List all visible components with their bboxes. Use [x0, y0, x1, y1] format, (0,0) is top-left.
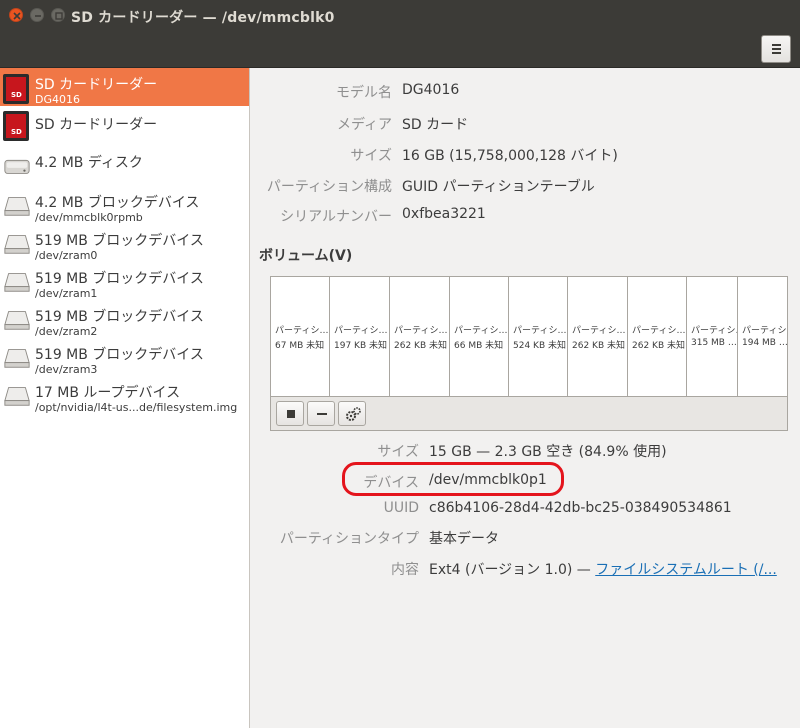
partition-segment-size: 524 KB 未知: [513, 341, 566, 351]
partitioning-value: GUID パーティションテーブル: [402, 179, 595, 195]
delete-partition-button[interactable]: [307, 401, 335, 426]
sidebar-item-title: 519 MB ブロックデバイス: [35, 347, 204, 363]
sidebar-item-subtitle: /opt/nvidia/l4t-us...de/filesystem.img: [35, 401, 238, 413]
uuid-label: UUID: [383, 500, 419, 516]
partition-segment[interactable]: パーティシ… 262 KB 未知: [390, 277, 450, 396]
partition-segment[interactable]: パーティシ… 67 MB 未知: [271, 277, 330, 396]
partition-segment-size: 67 MB 未知: [275, 341, 325, 351]
partition-size-value: 15 GB — 2.3 GB 空き (84.9% 使用): [429, 444, 667, 460]
sidebar-item-title: 519 MB ブロックデバイス: [35, 271, 204, 287]
contents-label: 内容: [391, 562, 419, 578]
sidebar-item-title: SD カードリーダー: [35, 117, 158, 133]
partition-segment-name: パーティシ…: [513, 326, 567, 336]
partition-segment-name: パーティシ…: [394, 326, 448, 336]
sd-card-icon: SD: [3, 74, 29, 104]
partition-segment-name: パーティシ…: [454, 326, 508, 336]
media-value: SD カード: [402, 117, 469, 133]
contents-value: Ext4 (バージョン 1.0) — ファイルシステムルート (/...: [429, 559, 777, 579]
sidebar-item-zram2[interactable]: 519 MB ブロックデバイス /dev/zram2: [0, 299, 249, 337]
serial-label: シリアルナンバー: [280, 209, 392, 225]
serial-value: 0xfbea3221: [402, 206, 486, 222]
sidebar-item-disk[interactable]: 4.2 MB ディスク: [0, 146, 249, 184]
sidebar-item-subtitle: /dev/zram2: [35, 325, 98, 337]
partition-options-button[interactable]: [338, 401, 366, 426]
filesystem-root-link[interactable]: ファイルシステムルート (/...: [595, 562, 777, 578]
sidebar-item-title: 4.2 MB ディスク: [35, 155, 143, 171]
partition-segment[interactable]: パーティシ… 262 KB 未知: [628, 277, 687, 396]
sidebar-item-subtitle: /dev/zram1: [35, 287, 98, 299]
volumes-heading: ボリューム(V): [259, 248, 353, 264]
sidebar-item-sd-card-reader-dg4016[interactable]: SD SD カードリーダー DG4016: [0, 68, 249, 106]
sidebar-item-sd-card-reader[interactable]: SD SD カードリーダー: [0, 106, 249, 144]
block-device-icon: [4, 349, 30, 368]
volume-map: パーティシ… 67 MB 未知 パーティシ… 197 KB 未知 パーティシ… …: [270, 276, 788, 397]
contents-text: Ext4 (バージョン 1.0) —: [429, 562, 596, 578]
device-highlight-ring: [342, 462, 564, 496]
minimize-icon[interactable]: [30, 8, 44, 22]
partition-segment[interactable]: パーティシ… 197 KB 未知: [330, 277, 390, 396]
sidebar-item-subtitle: /dev/mmcblk0rpmb: [35, 211, 143, 223]
partition-segment-size: 262 KB 未知: [394, 341, 447, 351]
partition-segment[interactable]: パーティシ… 524 KB 未知: [509, 277, 568, 396]
sidebar-item-title: 4.2 MB ブロックデバイス: [35, 195, 200, 211]
sidebar-item-loop-device[interactable]: 17 MB ループデバイス /opt/nvidia/l4t-us...de/fi…: [0, 375, 249, 413]
maximize-icon[interactable]: [51, 8, 65, 22]
sidebar-item-title: 519 MB ブロックデバイス: [35, 233, 204, 249]
model-label: モデル名: [336, 85, 392, 101]
sidebar-item-subtitle: /dev/zram0: [35, 249, 98, 261]
partition-segment-name: パーティシ…: [334, 326, 388, 336]
device-sidebar: SD SD カードリーダー DG4016 SD SD カードリーダー 4.2 M…: [0, 68, 250, 728]
sidebar-item-zram3[interactable]: 519 MB ブロックデバイス /dev/zram3: [0, 337, 249, 375]
block-device-icon: [4, 235, 30, 254]
partition-segment-name: パーティシ…: [632, 326, 686, 336]
partition-type-value: 基本データ: [429, 531, 499, 547]
sidebar-item-title: SD カードリーダー: [35, 77, 158, 93]
sidebar-item-zram0[interactable]: 519 MB ブロックデバイス /dev/zram0: [0, 223, 249, 261]
block-device-icon: [4, 387, 30, 406]
minus-icon: [317, 413, 327, 415]
partition-segment[interactable]: パーティシ… 262 KB 未知: [568, 277, 628, 396]
sd-card-icon: SD: [3, 111, 29, 141]
block-device-icon: [4, 311, 30, 330]
media-label: メディア: [336, 117, 392, 133]
partition-segment-name: パーティシ…: [572, 326, 626, 336]
title-bar: SD カードリーダー — /dev/mmcblk0: [0, 0, 800, 30]
block-device-icon: [4, 197, 30, 216]
hamburger-menu-button[interactable]: [761, 35, 791, 63]
partition-segment[interactable]: パーティシ… 194 MB …: [738, 277, 788, 396]
stop-icon: [287, 410, 295, 418]
partition-segment-name: パーティシ…: [275, 326, 329, 336]
gears-icon: [346, 407, 361, 421]
partition-segment-size: 315 MB …: [691, 338, 737, 348]
sidebar-item-subtitle: DG4016: [35, 93, 80, 106]
close-icon[interactable]: [9, 8, 23, 22]
window-title: SD カードリーダー — /dev/mmcblk0: [71, 10, 335, 26]
header-bar: [0, 30, 800, 68]
sidebar-item-zram1[interactable]: 519 MB ブロックデバイス /dev/zram1: [0, 261, 249, 299]
partition-segment-name: パーティシ…: [691, 326, 737, 336]
partition-segment[interactable]: パーティシ… 315 MB …: [687, 277, 738, 396]
disk-icon: [4, 159, 30, 174]
drive-size-value: 16 GB (15,758,000,128 バイト): [402, 148, 618, 164]
partition-type-label: パーティションタイプ: [279, 531, 419, 547]
partition-segment[interactable]: パーティシ… 66 MB 未知: [450, 277, 509, 396]
stop-button[interactable]: [276, 401, 304, 426]
sidebar-item-subtitle: /dev/zram3: [35, 363, 98, 375]
partition-segment-size: 194 MB …: [742, 338, 788, 348]
model-value: DG4016: [402, 82, 460, 98]
volume-toolbar: [270, 397, 788, 431]
partition-segment-size: 262 KB 未知: [632, 341, 685, 351]
partitioning-label: パーティション構成: [266, 179, 392, 195]
partition-segment-size: 66 MB 未知: [454, 341, 504, 351]
partition-segment-name: パーティシ…: [742, 326, 787, 336]
partition-segment-size: 197 KB 未知: [334, 341, 387, 351]
sidebar-item-mmcblk0rpmb[interactable]: 4.2 MB ブロックデバイス /dev/mmcblk0rpmb: [0, 185, 249, 223]
partition-size-label: サイズ: [377, 444, 419, 460]
partition-segment-size: 262 KB 未知: [572, 341, 625, 351]
sidebar-item-title: 519 MB ブロックデバイス: [35, 309, 204, 325]
drive-size-label: サイズ: [350, 148, 392, 164]
block-device-icon: [4, 273, 30, 292]
uuid-value: c86b4106-28d4-42db-bc25-038490534861: [429, 500, 732, 516]
sidebar-item-title: 17 MB ループデバイス: [35, 385, 181, 401]
